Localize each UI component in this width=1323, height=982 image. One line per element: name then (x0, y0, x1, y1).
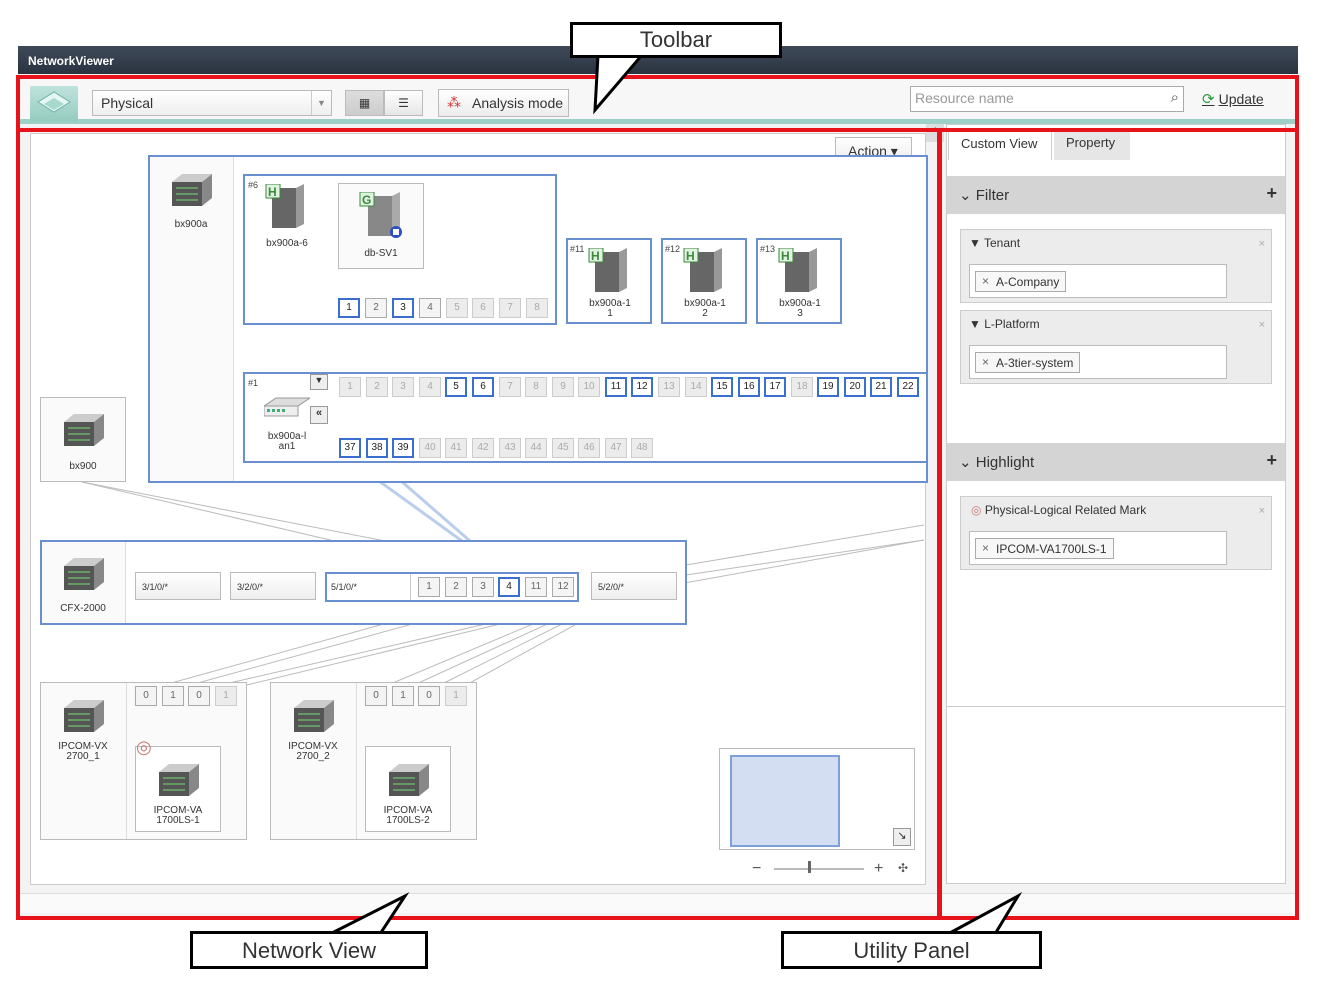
callout-network-view: Network View (190, 931, 428, 969)
callout-toolbar: Toolbar (570, 22, 782, 58)
callout-pointers (329, 53, 1023, 936)
callout-utility-panel: Utility Panel (781, 931, 1042, 969)
